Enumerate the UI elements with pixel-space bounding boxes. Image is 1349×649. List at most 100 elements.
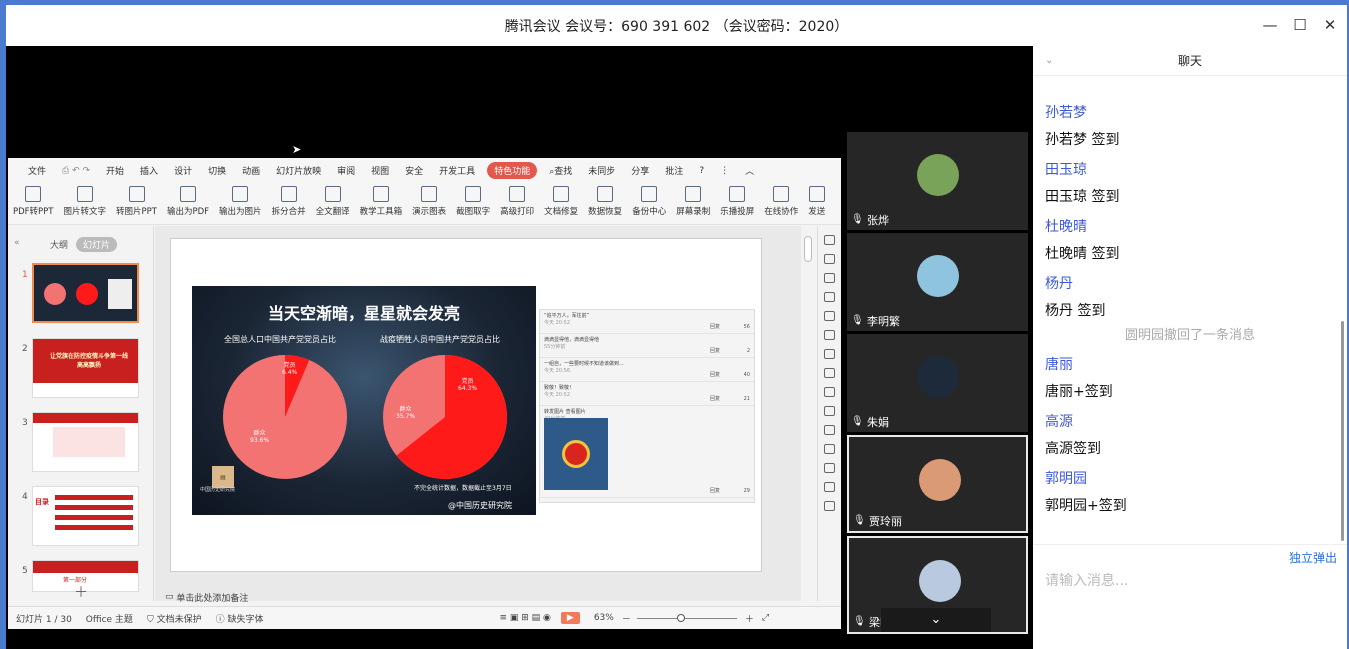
chat-panel: ⌄ 聊天 孙若梦 孙若梦 签到 田玉琼 田玉琼 签到 杜晚晴 杜晚晴 签到 杨丹 杨丹 签到圆… bbox=[1033, 46, 1347, 649]
ribbon-button-15[interactable]: 乐播投屏 bbox=[715, 183, 759, 217]
current-slide[interactable]: 当天空渐暗，星星就会发亮 全国总人口中国共产党党员占比 战疫牺牲人员中国共产党党… bbox=[170, 238, 762, 572]
collapse-ribbon-icon[interactable]: ︿ bbox=[737, 164, 762, 177]
ribbon-button-11[interactable]: 文档修复 bbox=[539, 183, 583, 217]
menu-special-features[interactable]: 特色功能 bbox=[487, 162, 538, 179]
chevron-down-icon[interactable]: ⌄ bbox=[1045, 55, 1053, 66]
ribbon-label: 备份中心 bbox=[632, 207, 667, 217]
quick-access-icons[interactable]: ⎙ ↶ ↷ bbox=[54, 166, 98, 176]
right-party-name: 党员 bbox=[461, 378, 474, 385]
video-tile[interactable]: 🎙 李明繁 bbox=[847, 233, 1028, 331]
side-tool-icon[interactable] bbox=[824, 368, 835, 378]
slide-thumb-1[interactable] bbox=[32, 263, 139, 323]
ribbon-button-12[interactable]: 数据恢复 bbox=[583, 183, 627, 217]
menu-home[interactable]: 开始 bbox=[98, 164, 132, 177]
side-tool-icon[interactable] bbox=[824, 330, 835, 340]
tab-outline[interactable]: 大纲 bbox=[50, 238, 68, 251]
search-button[interactable]: ⌕查找 bbox=[541, 164, 580, 177]
side-tool-icon[interactable] bbox=[824, 501, 835, 511]
ribbon-button-14[interactable]: 屏幕录制 bbox=[671, 183, 715, 217]
share-button[interactable]: 分享 bbox=[623, 164, 657, 177]
help-icon[interactable]: ? bbox=[691, 166, 712, 176]
tab-slides[interactable]: 幻灯片 bbox=[76, 237, 118, 252]
comment-button[interactable]: 批注 bbox=[657, 164, 691, 177]
comment-row: 转发图片 查看图片 40分钟前 回复 29 bbox=[540, 406, 754, 498]
add-slide-icon[interactable]: ＋ bbox=[74, 582, 88, 602]
side-tool-icon[interactable] bbox=[824, 425, 835, 435]
divider bbox=[1033, 544, 1347, 545]
slide-thumb-2[interactable]: 让党旗在防控疫情斗争第一线高高飘扬 bbox=[32, 338, 139, 398]
menu-slideshow[interactable]: 幻灯片放映 bbox=[268, 164, 329, 177]
zoom-in-icon[interactable]: ＋ bbox=[745, 612, 754, 625]
side-tool-icon[interactable] bbox=[824, 463, 835, 473]
chat-sender: 田玉琼 bbox=[1045, 162, 1087, 178]
left-party-label: 党员 6.4% bbox=[282, 360, 297, 376]
close-icon[interactable]: ✕ bbox=[1318, 13, 1342, 37]
side-tool-icon[interactable] bbox=[824, 444, 835, 454]
side-tool-icon[interactable] bbox=[824, 235, 835, 245]
ribbon-icon bbox=[180, 186, 197, 202]
zoom-level[interactable]: 63% bbox=[594, 613, 614, 623]
menu-animation[interactable]: 动画 bbox=[234, 164, 268, 177]
side-tool-icon[interactable] bbox=[824, 349, 835, 359]
menu-review[interactable]: 审阅 bbox=[329, 164, 363, 177]
menu-insert[interactable]: 插入 bbox=[132, 164, 166, 177]
maximize-icon[interactable]: ☐ bbox=[1288, 13, 1312, 37]
zoom-out-icon[interactable]: － bbox=[622, 612, 631, 625]
ribbon-button-13[interactable]: 备份中心 bbox=[627, 183, 671, 217]
fit-icon[interactable]: ⤢ bbox=[762, 613, 769, 623]
side-tool-icon[interactable] bbox=[824, 254, 835, 264]
more-icon[interactable]: ⋮ bbox=[712, 166, 737, 176]
slide-thumb-3[interactable] bbox=[32, 412, 139, 472]
ribbon-button-9[interactable]: 截图取字 bbox=[451, 183, 495, 217]
slide-thumb-4[interactable]: 目录 bbox=[32, 486, 139, 546]
scroll-thumb[interactable] bbox=[804, 236, 812, 262]
ribbon-button-0[interactable]: PDF转PPT bbox=[8, 183, 59, 217]
ribbon-button-8[interactable]: 演示图表 bbox=[407, 183, 451, 217]
side-tool-icon[interactable] bbox=[824, 273, 835, 283]
view-buttons[interactable]: ≡ ▣ ⊞ ▤ ◉ bbox=[500, 613, 551, 623]
ribbon-button-7[interactable]: 教学工具箱 bbox=[355, 183, 408, 217]
chat-scrollbar[interactable] bbox=[1341, 321, 1344, 541]
side-tool-icon[interactable] bbox=[824, 292, 835, 302]
side-tool-icon[interactable] bbox=[824, 311, 835, 321]
chat-message: 唐丽+签到 bbox=[1045, 384, 1113, 400]
ribbon-button-16[interactable]: 在线协作 bbox=[759, 183, 803, 217]
side-tool-icon[interactable] bbox=[824, 406, 835, 416]
ribbon-button-17[interactable]: 发送 bbox=[803, 183, 830, 217]
ribbon-button-1[interactable]: 图片转文字 bbox=[59, 183, 112, 217]
video-tile[interactable]: 🎙 贾玲丽 bbox=[847, 435, 1028, 533]
zoom-thumb[interactable] bbox=[676, 613, 685, 622]
video-tile[interactable]: 🎙 张烨 bbox=[847, 132, 1028, 230]
left-mass-label: 群众 93.6% bbox=[250, 428, 269, 444]
minimize-icon[interactable]: — bbox=[1258, 13, 1282, 37]
menu-transition[interactable]: 切换 bbox=[200, 164, 234, 177]
sync-status[interactable]: 未同步 bbox=[580, 164, 623, 177]
collapse-panel-icon[interactable]: « bbox=[14, 238, 20, 248]
side-tool-icon[interactable] bbox=[824, 482, 835, 492]
ribbon-button-10[interactable]: 高级打印 bbox=[495, 183, 539, 217]
notes-area[interactable]: ▭ 单击此处添加备注 bbox=[155, 588, 815, 606]
menu-developer[interactable]: 开发工具 bbox=[431, 164, 483, 177]
play-icon[interactable]: ▶ bbox=[560, 612, 580, 624]
ribbon-button-3[interactable]: 输出为PDF bbox=[162, 183, 214, 217]
menu-file[interactable]: 文件 bbox=[20, 164, 54, 177]
missing-font[interactable]: ⓘ 缺失字体 bbox=[216, 612, 264, 625]
menu-view[interactable]: 视图 bbox=[363, 164, 397, 177]
ribbon-button-6[interactable]: 全文翻译 bbox=[311, 183, 355, 217]
zoom-slider[interactable] bbox=[636, 613, 737, 622]
ribbon-label: 高级打印 bbox=[500, 207, 535, 217]
menu-security[interactable]: 安全 bbox=[397, 164, 431, 177]
protect-status[interactable]: ⛉ 文档未保护 bbox=[147, 612, 202, 625]
menu-design[interactable]: 设计 bbox=[166, 164, 200, 177]
ribbon-button-2[interactable]: 转图片PPT bbox=[111, 183, 162, 217]
thumb-banner bbox=[33, 413, 138, 423]
ribbon-button-4[interactable]: 输出为图片 bbox=[214, 183, 267, 217]
expand-videos-icon[interactable]: ⌄ bbox=[881, 608, 991, 632]
pie-charts bbox=[223, 355, 508, 479]
slide-scrollbar[interactable] bbox=[801, 226, 815, 601]
video-tile[interactable]: 🎙 朱娟 bbox=[847, 334, 1028, 432]
ribbon-button-5[interactable]: 拆分合并 bbox=[267, 183, 311, 217]
chat-input[interactable]: 请输入消息... bbox=[1045, 570, 1128, 590]
popout-button[interactable]: 独立弹出 bbox=[1289, 549, 1337, 566]
side-tool-icon[interactable] bbox=[824, 387, 835, 397]
